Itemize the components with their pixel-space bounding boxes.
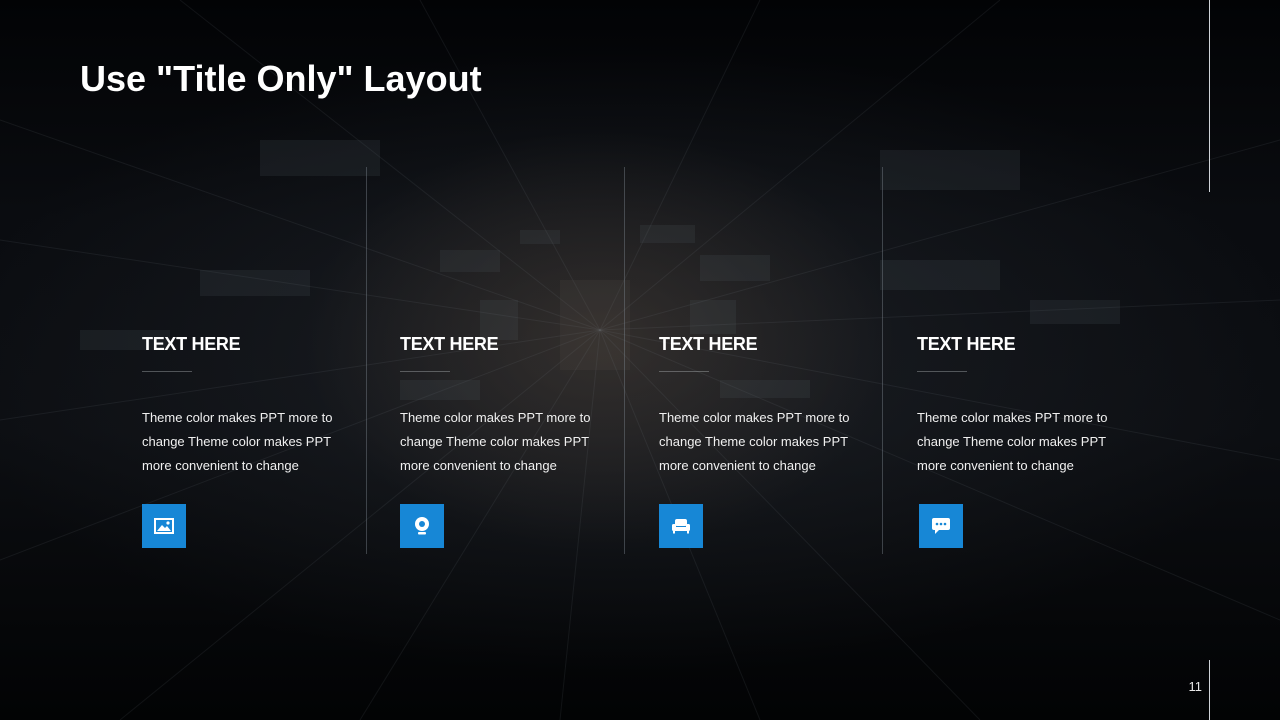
feature-card: TEXT HERE Theme color makes PPT more to … — [917, 333, 1122, 548]
feature-card: TEXT HERE Theme color makes PPT more to … — [659, 333, 864, 548]
card-underline — [142, 371, 192, 372]
card-heading: TEXT HERE — [400, 334, 499, 354]
chat-bubble-icon[interactable] — [919, 504, 963, 548]
right-edge-rule-top — [1209, 0, 1210, 192]
card-heading: TEXT HERE — [917, 334, 1016, 354]
image-icon[interactable] — [142, 504, 186, 548]
page-number: 11 — [1188, 679, 1203, 694]
card-underline — [400, 371, 450, 372]
slide-title: Use "Title Only" Layout — [80, 58, 482, 99]
column-divider — [624, 167, 625, 554]
location-pin-icon[interactable] — [400, 504, 444, 548]
card-heading: TEXT HERE — [142, 334, 241, 354]
card-body: Theme color makes PPT more to change The… — [400, 410, 591, 473]
slide: Use "Title Only" Layout 11 TEXT HERE The… — [0, 0, 1280, 720]
card-body: Theme color makes PPT more to change The… — [917, 410, 1108, 473]
card-body: Theme color makes PPT more to change The… — [142, 410, 333, 473]
right-edge-rule-bottom — [1209, 660, 1210, 720]
column-divider — [366, 167, 367, 554]
feature-card: TEXT HERE Theme color makes PPT more to … — [142, 333, 347, 548]
card-underline — [659, 371, 709, 372]
feature-card: TEXT HERE Theme color makes PPT more to … — [400, 333, 605, 548]
card-heading: TEXT HERE — [659, 334, 758, 354]
column-divider — [882, 167, 883, 554]
card-body: Theme color makes PPT more to change The… — [659, 410, 850, 473]
sofa-icon[interactable] — [659, 504, 703, 548]
card-underline — [917, 371, 967, 372]
